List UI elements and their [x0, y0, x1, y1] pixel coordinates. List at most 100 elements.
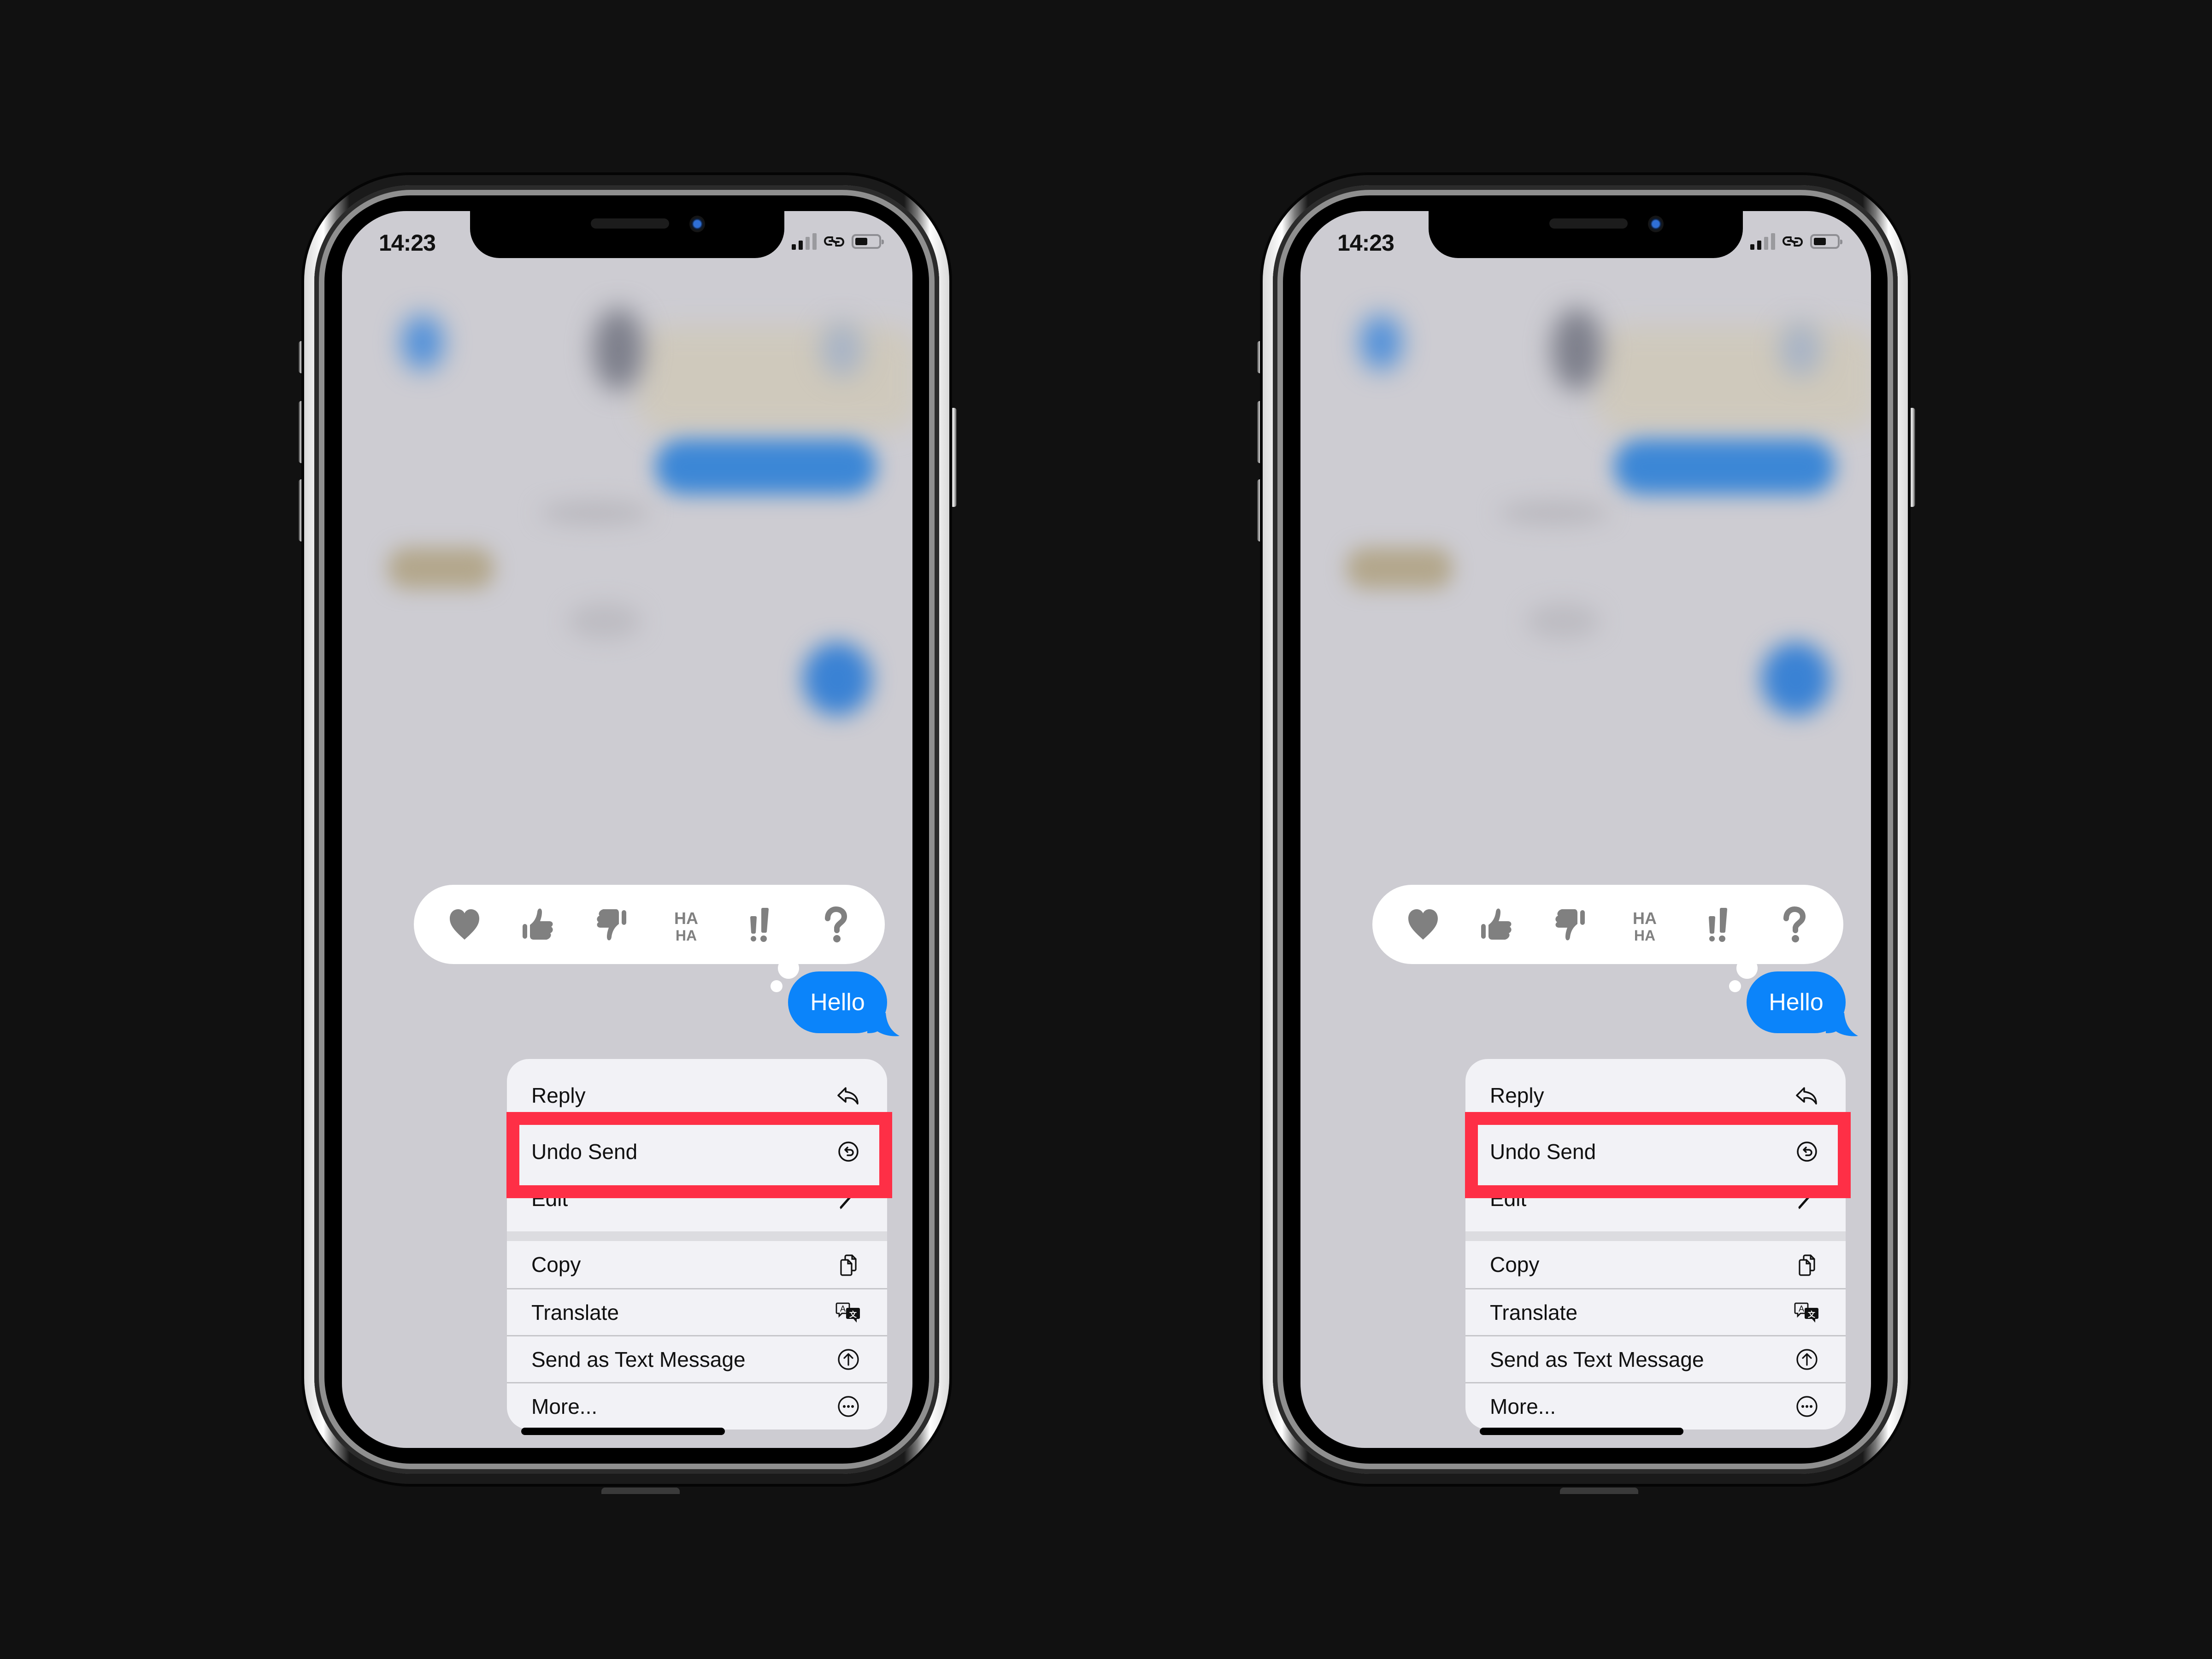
svg-text:HA: HA: [1634, 927, 1655, 944]
phone-screen: 14:23 HA HA Hello Reply Undo Send Edit C…: [1300, 211, 1871, 1448]
menu-item-label: Send as Text Message: [531, 1347, 746, 1371]
menu-item-label: Reply: [1490, 1083, 1544, 1107]
reaction-question[interactable]: [814, 901, 854, 947]
menu-item-label: More...: [1490, 1394, 1556, 1418]
home-indicator: [521, 1428, 725, 1435]
phone-frame: 14:23 HA HA Hello Reply Undo Send Edit C…: [304, 175, 949, 1484]
menu-group-divider: [507, 1231, 887, 1241]
reaction-heart[interactable]: [1403, 901, 1443, 947]
heart-icon: [1408, 909, 1438, 940]
pencil-icon: [1794, 1186, 1820, 1212]
thumbs-up-icon: [523, 908, 553, 940]
menu-item-reply[interactable]: Reply: [1465, 1059, 1846, 1123]
svg-text:A: A: [1799, 1304, 1804, 1313]
personal-hotspot-link-icon: [1783, 236, 1803, 247]
cellular-signal-icon: [1750, 233, 1775, 250]
thumbs-up-icon: [1481, 908, 1512, 940]
message-bubble[interactable]: Hello: [1747, 971, 1846, 1033]
undo-circle-icon: [1794, 1139, 1820, 1165]
menu-item-translate[interactable]: Translate A 文: [1465, 1288, 1846, 1335]
pencil-icon: [835, 1186, 861, 1212]
menu-item-label: More...: [531, 1394, 598, 1418]
thumbs-down-icon: [1555, 909, 1585, 941]
message-context-menu: Reply Undo Send Edit Copy Translate A 文 …: [507, 1059, 887, 1430]
battery-terminal: [1840, 240, 1842, 244]
iphone-mockup-left: 14:23 HA HA Hello Reply Undo Send Edit C…: [295, 0, 977, 1659]
reaction-question[interactable]: [1773, 901, 1812, 947]
blurred-received-message: [1347, 547, 1453, 589]
ellipsis-circle-icon: [835, 1394, 861, 1419]
reply-arrow-icon: [1794, 1082, 1820, 1108]
menu-item-send-as-text[interactable]: Send as Text Message: [507, 1335, 887, 1382]
personal-hotspot-link-icon: [824, 236, 844, 247]
reaction-haha[interactable]: HA HA: [666, 901, 706, 947]
blurred-sent-message: [1614, 439, 1835, 494]
status-icons: [1750, 233, 1842, 250]
heart-icon: [450, 909, 480, 940]
blurred-back-button: [402, 315, 443, 370]
earpiece-speaker: [591, 218, 669, 229]
phone-screen: 14:23 HA HA Hello Reply Undo Send Edit C…: [342, 211, 912, 1448]
menu-item-edit[interactable]: Edit: [507, 1181, 887, 1231]
blurred-timestamp: [568, 603, 641, 640]
menu-item-more[interactable]: More...: [1465, 1382, 1846, 1429]
message-bubble[interactable]: Hello: [788, 971, 887, 1033]
blurred-timestamp: [1499, 501, 1609, 524]
lightning-port: [601, 1488, 680, 1494]
copy-documents-icon: [835, 1252, 861, 1277]
signal-bar: [799, 241, 803, 250]
blurred-timestamp: [1526, 603, 1600, 640]
reaction-thumbs-down[interactable]: [593, 901, 632, 947]
signal-bar: [812, 233, 817, 250]
reaction-bar-tail-dot: [771, 980, 782, 992]
menu-item-send-as-text[interactable]: Send as Text Message: [1465, 1335, 1846, 1382]
menu-item-label: Copy: [531, 1253, 581, 1277]
menu-item-undo-send[interactable]: Undo Send: [1465, 1123, 1846, 1181]
reaction-bar-tail-dot: [1729, 980, 1741, 992]
iphone-mockup-right: 14:23 HA HA Hello Reply Undo Send Edit C…: [1253, 0, 1936, 1659]
menu-item-more[interactable]: More...: [507, 1382, 887, 1429]
message-text: Hello: [810, 989, 865, 1016]
notch: [470, 211, 784, 258]
menu-item-edit[interactable]: Edit: [1465, 1181, 1846, 1231]
reaction-thumbs-up[interactable]: [518, 901, 558, 947]
blurred-received-message: [388, 547, 494, 589]
double-exclamation-icon: [750, 908, 769, 942]
reaction-emphasize[interactable]: [740, 901, 780, 947]
signal-bar: [806, 237, 810, 250]
menu-item-copy[interactable]: Copy: [1465, 1241, 1846, 1288]
earpiece-speaker: [1549, 218, 1628, 229]
reaction-thumbs-down[interactable]: [1551, 901, 1591, 947]
battery-level: [1814, 238, 1826, 245]
menu-item-label: Send as Text Message: [1490, 1347, 1704, 1371]
menu-item-copy[interactable]: Copy: [507, 1241, 887, 1288]
message-text: Hello: [1769, 989, 1824, 1016]
blurred-video-call-button: [1780, 322, 1821, 377]
blurred-sent-message: [803, 642, 872, 716]
svg-text:A: A: [840, 1304, 846, 1313]
front-camera: [1648, 216, 1664, 232]
svg-text:HA: HA: [1633, 909, 1657, 928]
reaction-haha[interactable]: HA HA: [1625, 901, 1665, 947]
reaction-heart[interactable]: [445, 901, 484, 947]
home-indicator: [1480, 1428, 1683, 1435]
reaction-thumbs-up[interactable]: [1477, 901, 1517, 947]
menu-item-label: Edit: [1490, 1187, 1527, 1211]
reaction-emphasize[interactable]: [1699, 901, 1738, 947]
menu-item-reply[interactable]: Reply: [507, 1059, 887, 1123]
haha-icon: HA HA: [674, 909, 698, 944]
tapback-reaction-bar: HA HA: [414, 885, 885, 964]
battery-level: [855, 238, 867, 245]
cellular-signal-icon: [792, 233, 817, 250]
front-camera: [689, 216, 705, 232]
battery-icon: [852, 234, 884, 249]
blurred-back-button: [1360, 315, 1402, 370]
translate-bubbles-icon: A 文: [1794, 1300, 1820, 1325]
menu-item-translate[interactable]: Translate A 文: [507, 1288, 887, 1335]
battery-icon: [1810, 234, 1842, 249]
phone-frame: 14:23 HA HA Hello Reply Undo Send Edit C…: [1263, 175, 1908, 1484]
menu-item-undo-send[interactable]: Undo Send: [507, 1123, 887, 1181]
undo-circle-icon: [835, 1139, 861, 1165]
notch: [1429, 211, 1743, 258]
menu-item-label: Edit: [531, 1187, 568, 1211]
